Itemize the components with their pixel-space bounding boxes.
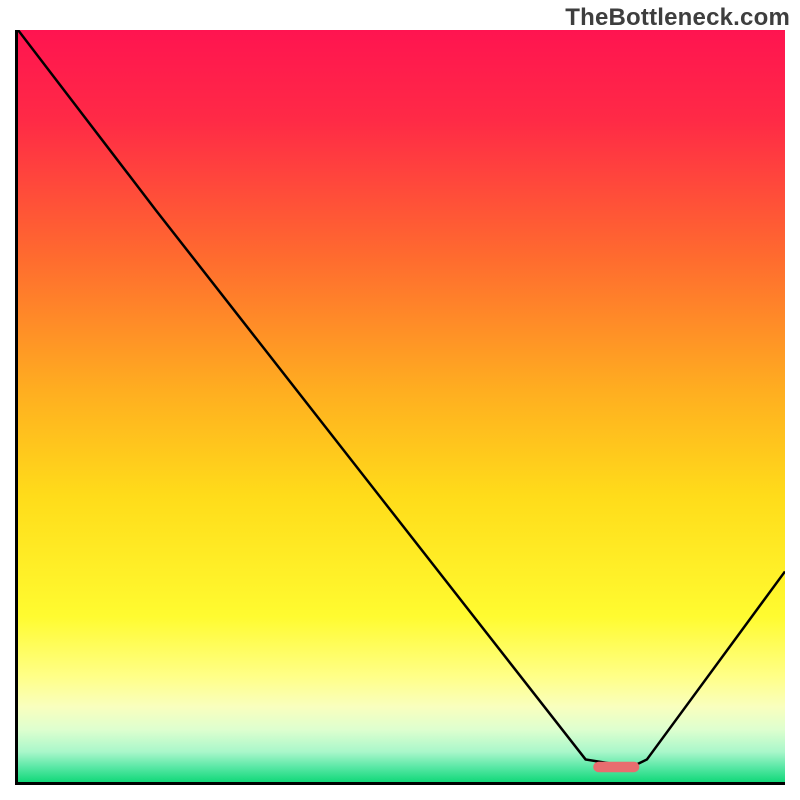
plot-area [15, 30, 785, 785]
optimum-marker [18, 30, 785, 782]
watermark-label: TheBottleneck.com [565, 4, 790, 32]
chart-container: TheBottleneck.com [0, 0, 800, 800]
